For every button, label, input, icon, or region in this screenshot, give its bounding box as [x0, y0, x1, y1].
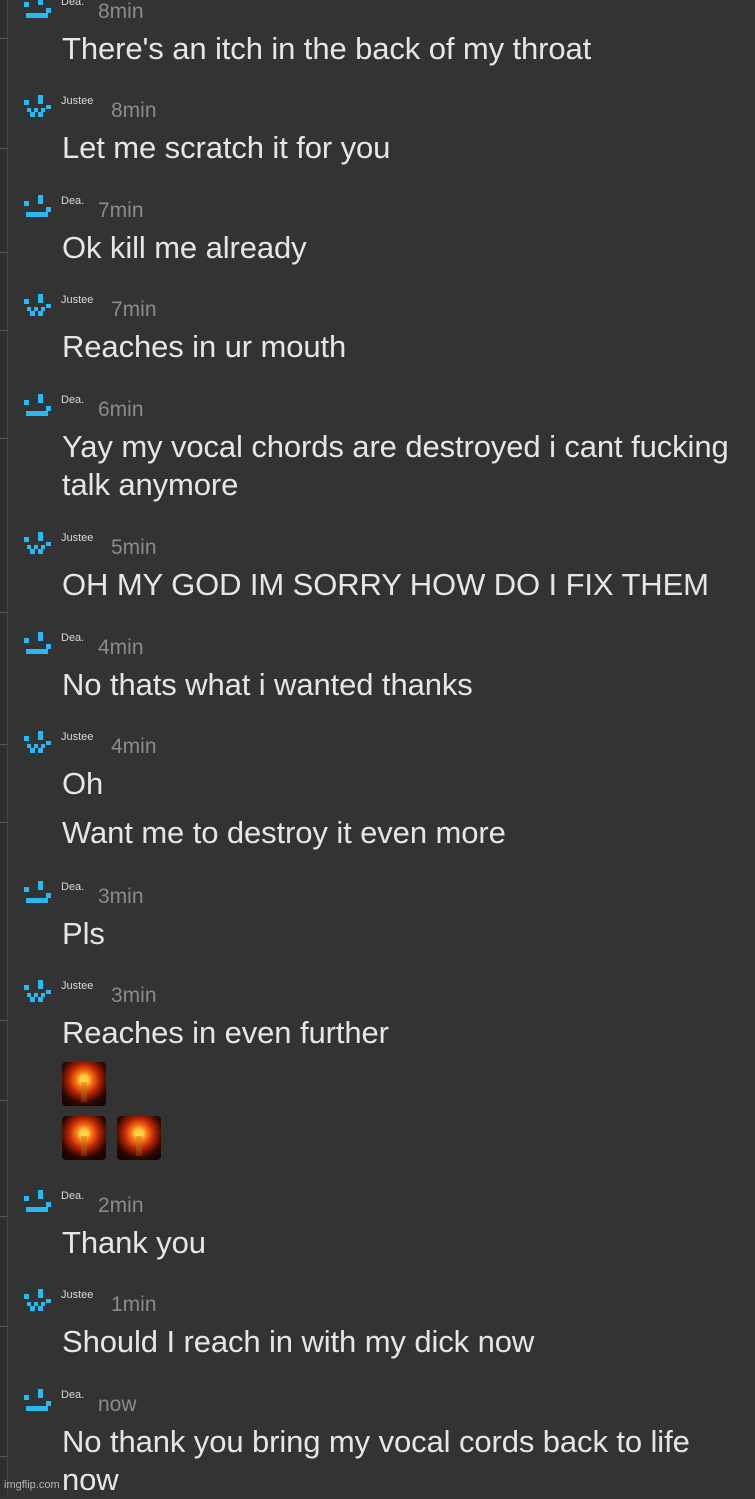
author-name[interactable]: Dea.: [61, 1389, 84, 1401]
emoji-row: [62, 1116, 745, 1160]
message-time: 8min: [111, 99, 157, 122]
message-body: Reaches in even further: [62, 1014, 745, 1160]
author-name[interactable]: Justee: [61, 980, 93, 992]
message-body: Oh Want me to destroy it even more: [62, 765, 745, 852]
author-name[interactable]: Justee: [61, 731, 93, 743]
smile-face-icon[interactable]: [24, 394, 52, 418]
message-text: There's an itch in the back of my throat: [62, 31, 592, 66]
explosion-emoji: [62, 1116, 106, 1160]
message-text: Reaches in even further: [62, 1015, 389, 1050]
message-body: Should I reach in with my dick now: [62, 1323, 745, 1361]
rail-tick: [0, 148, 7, 149]
author-name[interactable]: Justee: [61, 95, 93, 107]
message-text: OH MY GOD IM SORRY HOW DO I FIX THEM: [62, 567, 709, 602]
message-body: No thats what i wanted thanks: [62, 666, 745, 704]
message-body: Yay my vocal chords are destroyed i cant…: [62, 428, 745, 504]
message-time: 1min: [111, 1293, 157, 1316]
w-face-icon[interactable]: [24, 294, 52, 318]
smile-face-icon[interactable]: [24, 1389, 52, 1413]
message-text: Want me to destroy it even more: [62, 815, 506, 850]
smile-face-icon[interactable]: [24, 0, 52, 20]
rail-tick: [0, 822, 7, 823]
message-text: Oh: [62, 766, 104, 801]
rail-tick: [0, 1020, 7, 1021]
author-name[interactable]: Dea.: [61, 394, 84, 406]
rail-tick: [0, 612, 7, 613]
message-text: Ok kill me already: [62, 230, 307, 265]
message-time: 4min: [111, 735, 157, 758]
explosion-emoji: [117, 1116, 161, 1160]
message-time: 6min: [98, 398, 144, 421]
message-text: Should I reach in with my dick now: [62, 1324, 535, 1359]
smile-face-icon[interactable]: [24, 632, 52, 656]
message-text: Reaches in ur mouth: [62, 329, 347, 364]
author-name[interactable]: Dea.: [61, 881, 84, 893]
message-body: Reaches in ur mouth: [62, 328, 745, 366]
smile-face-icon[interactable]: [24, 1190, 52, 1214]
message-time: 7min: [111, 298, 157, 321]
message-text: Thank you: [62, 1225, 206, 1260]
w-face-icon[interactable]: [24, 1289, 52, 1313]
author-name[interactable]: Dea.: [61, 1190, 84, 1202]
author-name[interactable]: Justee: [61, 1289, 93, 1301]
left-rail: [0, 0, 8, 1495]
message-time: 2min: [98, 1194, 144, 1217]
rail-tick: [0, 330, 7, 331]
message-time: 3min: [111, 984, 157, 1007]
w-face-icon[interactable]: [24, 980, 52, 1004]
emoji-row: [62, 1062, 745, 1106]
message-time: now: [98, 1393, 137, 1416]
message-time: 7min: [98, 199, 144, 222]
rail-tick: [0, 1456, 7, 1457]
message-body: OH MY GOD IM SORRY HOW DO I FIX THEM: [62, 566, 745, 604]
message-time: 3min: [98, 885, 144, 908]
author-name[interactable]: Dea.: [61, 632, 84, 644]
rail-tick: [0, 252, 7, 253]
message-text: No thank you bring my vocal cords back t…: [62, 1424, 690, 1497]
author-name[interactable]: Dea.: [61, 195, 84, 207]
author-name[interactable]: Justee: [61, 532, 93, 544]
message-body: Pls: [62, 915, 745, 953]
message-text: No thats what i wanted thanks: [62, 667, 473, 702]
message-time: 8min: [98, 0, 144, 23]
message-body: There's an itch in the back of my throat: [62, 30, 745, 68]
message-text: Yay my vocal chords are destroyed i cant…: [62, 429, 729, 502]
rail-tick: [0, 438, 7, 439]
rail-tick: [0, 1100, 7, 1101]
author-name[interactable]: Dea.: [61, 0, 84, 8]
explosion-emoji: [62, 1062, 106, 1106]
message-time: 5min: [111, 536, 157, 559]
message-body: Thank you: [62, 1224, 745, 1262]
message-body: Let me scratch it for you: [62, 129, 745, 167]
rail-tick: [0, 744, 7, 745]
rail-tick: [0, 1326, 7, 1327]
message-text: Let me scratch it for you: [62, 130, 391, 165]
rail-tick: [0, 38, 7, 39]
rail-tick: [0, 1216, 7, 1217]
message-time: 4min: [98, 636, 144, 659]
author-name[interactable]: Justee: [61, 294, 93, 306]
w-face-icon[interactable]: [24, 95, 52, 119]
watermark: imgflip.com: [4, 1479, 60, 1491]
w-face-icon[interactable]: [24, 731, 52, 755]
message-body: Ok kill me already: [62, 229, 745, 267]
smile-face-icon[interactable]: [24, 881, 52, 905]
smile-face-icon[interactable]: [24, 195, 52, 219]
message-body: No thank you bring my vocal cords back t…: [62, 1423, 745, 1499]
message-text: Pls: [62, 916, 105, 951]
w-face-icon[interactable]: [24, 532, 52, 556]
